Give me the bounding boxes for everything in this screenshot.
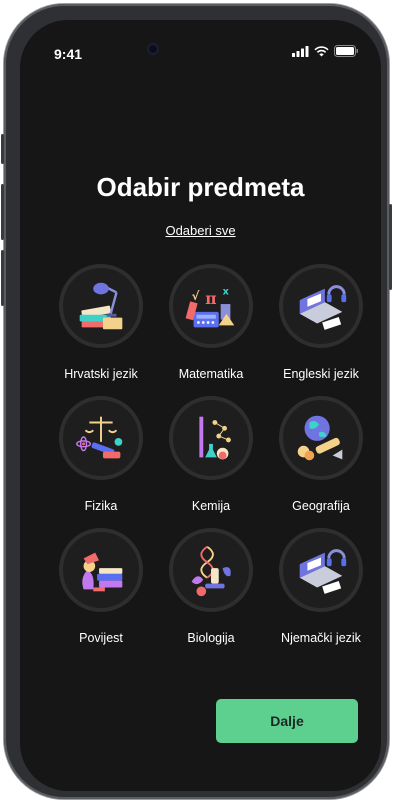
wifi-icon <box>314 45 329 56</box>
subject-matematika[interactable]: √ π x Matematika <box>154 264 264 396</box>
laptop-headphones-icon <box>299 549 347 594</box>
subject-grid: Hrvatski jezik √ π x Matematika Engleski… <box>54 264 364 660</box>
power-button <box>389 204 392 290</box>
subject-label: Geografija <box>292 499 350 513</box>
math-formulas-icon: √ π x <box>185 286 235 328</box>
page-title: Odabir predmeta <box>96 172 305 202</box>
svg-text:x: x <box>223 286 230 297</box>
books-lamp-icon <box>79 282 123 330</box>
subject-circle: √ π x <box>169 264 253 348</box>
subject-label: Engleski jezik <box>283 367 359 381</box>
globe-telescope-icon <box>297 415 343 461</box>
select-all-link[interactable]: Odaberi sve <box>20 223 381 238</box>
dna-microscope-icon <box>191 545 231 597</box>
subject-kemija[interactable]: Kemija <box>154 396 264 528</box>
signal-icon <box>292 45 309 57</box>
battery-icon <box>334 45 358 57</box>
status-time: 9:41 <box>54 46 83 62</box>
status-bar: 9:41 <box>20 20 381 80</box>
subject-fizika[interactable]: Fizika <box>44 396 154 528</box>
subject-circle <box>279 264 363 348</box>
history-books-icon <box>82 552 123 592</box>
screen: 9:41 Odabir predmeta Odaberi sve Hrvatsk… <box>20 20 381 791</box>
scale-atom-icon <box>76 416 123 459</box>
subject-engleski-jezik[interactable]: Engleski jezik <box>264 264 374 396</box>
subject-circle <box>169 528 253 612</box>
molecule-flask-icon <box>199 416 231 460</box>
subject-circle <box>59 528 143 612</box>
subject-circle <box>59 264 143 348</box>
subject-circle <box>279 396 363 480</box>
subject-circle <box>279 528 363 612</box>
subject-circle <box>59 396 143 480</box>
subject-biologija[interactable]: Biologija <box>154 528 264 660</box>
subject-circle <box>169 396 253 480</box>
subject-povijest[interactable]: Povijest <box>44 528 154 660</box>
subject-geografija[interactable]: Geografija <box>264 396 374 528</box>
volume-up-button <box>1 184 4 240</box>
volume-down-button <box>1 250 4 306</box>
svg-text:π: π <box>205 289 216 308</box>
next-button[interactable]: Dalje <box>216 699 358 743</box>
laptop-headphones-icon <box>299 285 347 330</box>
front-camera <box>147 43 159 55</box>
mute-switch <box>1 134 4 164</box>
subject-label: Njemački jezik <box>281 631 361 645</box>
phone-frame: 9:41 Odabir predmeta Odaberi sve Hrvatsk… <box>1 4 392 799</box>
subject-njemacki-jezik[interactable]: Njemački jezik <box>264 528 374 660</box>
subject-hrvatski-jezik[interactable]: Hrvatski jezik <box>44 264 154 396</box>
status-icons <box>292 45 359 57</box>
svg-text:√: √ <box>192 289 200 303</box>
